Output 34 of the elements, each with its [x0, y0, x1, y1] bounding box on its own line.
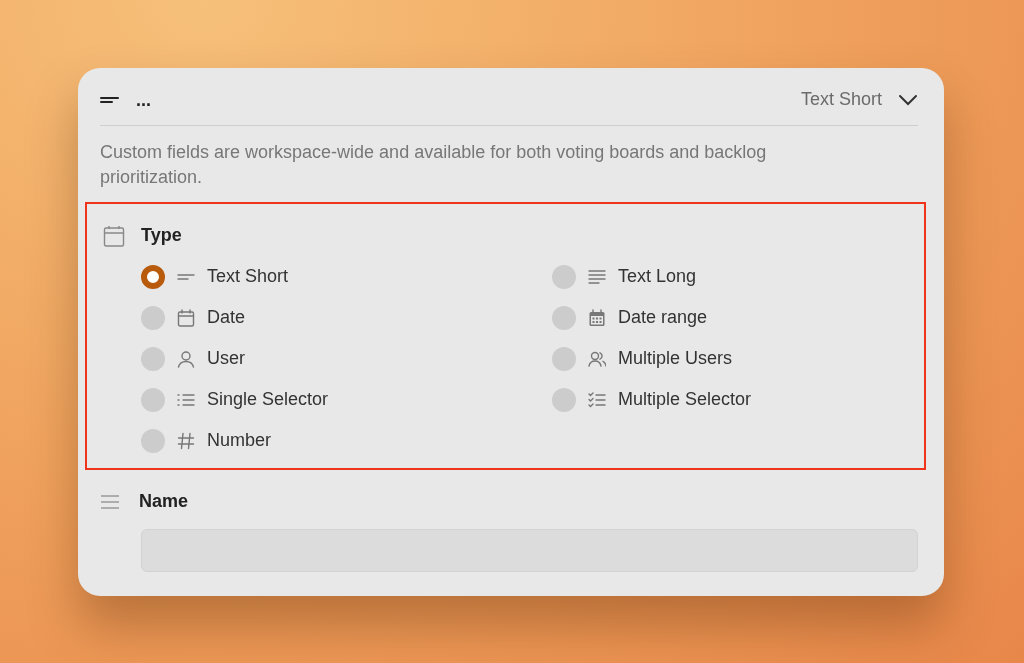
title-text: ... — [136, 90, 151, 109]
type-option[interactable]: Multiple Selector — [552, 386, 752, 413]
section-label: Name — [139, 490, 189, 513]
description-text: Custom fields are workspace-wide and available for both voting boards and backlog prioritization. — [100, 141, 768, 189]
calendar-icon — [177, 308, 195, 327]
calendar-grid-icon — [588, 308, 606, 327]
checklist-icon — [588, 390, 606, 409]
section-label: Type — [141, 224, 182, 247]
type-option[interactable]: Date — [141, 304, 246, 331]
people-icon — [588, 349, 606, 368]
text-lines-icon — [588, 267, 606, 286]
radio-button[interactable] — [141, 387, 165, 412]
type-option[interactable]: Single Selector — [141, 386, 329, 413]
type-option[interactable]: Text Short — [141, 263, 289, 290]
type-option[interactable]: Number — [141, 427, 272, 454]
short-lines-icon — [177, 273, 195, 280]
radio-button[interactable] — [141, 305, 165, 330]
type-option[interactable]: Date range — [552, 304, 708, 331]
radio-button[interactable] — [141, 428, 165, 453]
chevron-down-icon — [898, 93, 918, 106]
radio-button[interactable] — [552, 387, 576, 412]
hash-icon — [177, 431, 195, 450]
type-option[interactable]: Multiple Users — [552, 345, 733, 372]
menu-lines-icon — [100, 493, 120, 510]
type-dropdown[interactable]: Text Short — [800, 86, 918, 113]
type-option[interactable]: Text Long — [552, 263, 697, 290]
type-option[interactable]: User — [141, 345, 245, 372]
radio-button[interactable] — [552, 264, 576, 289]
radio-button[interactable] — [552, 346, 576, 371]
person-icon — [177, 349, 195, 368]
radio-button[interactable] — [141, 346, 165, 371]
calendar-icon — [103, 224, 125, 247]
radio-button[interactable] — [552, 305, 576, 330]
radio-button[interactable] — [141, 264, 165, 289]
